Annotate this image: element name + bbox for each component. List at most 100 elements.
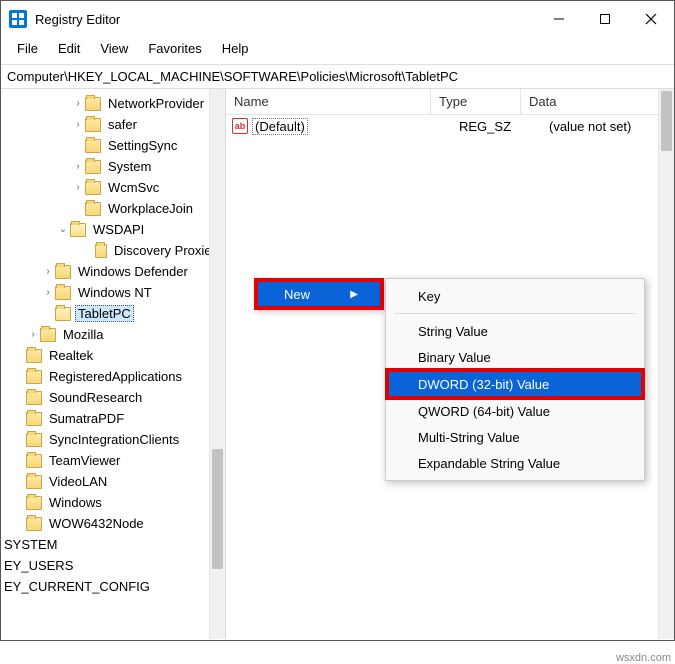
tree-panel: › NetworkProvider ›safer SettingSync › System… (1, 89, 226, 639)
list-row[interactable]: ab (Default) REG_SZ (value not set) (226, 115, 674, 137)
column-name[interactable]: Name (226, 89, 431, 114)
folder-icon (85, 118, 101, 132)
tree-item[interactable]: SyncIntegrationClients (1, 429, 225, 450)
chevron-right-icon[interactable]: › (71, 98, 85, 109)
folder-icon (85, 139, 101, 153)
tree-item[interactable]: ›Mozilla (1, 324, 225, 345)
tree-item[interactable]: SoundResearch (1, 387, 225, 408)
tree-item-label: SettingSync (105, 138, 180, 153)
tree-item[interactable]: Windows (1, 492, 225, 513)
tree-item[interactable]: › Windows Defender (1, 261, 225, 282)
folder-icon (26, 391, 42, 405)
submenu-separator (394, 313, 636, 314)
tree-item[interactable]: SYSTEM (1, 534, 225, 555)
tree-item-label: NetworkProvider (105, 96, 207, 111)
tree-item[interactable]: › NetworkProvider (1, 93, 225, 114)
chevron-down-icon[interactable]: ⌄ (56, 224, 70, 235)
tree-item-label: WSDAPI (90, 222, 147, 237)
tree-item-label: SumatraPDF (46, 411, 127, 426)
maximize-button[interactable] (582, 1, 628, 37)
folder-icon (26, 433, 42, 447)
tree-item[interactable]: TeamViewer (1, 450, 225, 471)
close-button[interactable] (628, 1, 674, 37)
tree-item[interactable]: › System (1, 156, 225, 177)
menu-help[interactable]: Help (214, 39, 257, 58)
tree-item[interactable]: › WcmSvc (1, 177, 225, 198)
chevron-right-icon[interactable]: › (41, 287, 55, 298)
tree-item-label: WcmSvc (105, 180, 162, 195)
chevron-right-icon[interactable]: › (71, 119, 85, 130)
minimize-button[interactable] (536, 1, 582, 37)
tree-item-label: Discovery Proxies (111, 243, 221, 258)
tree-item-label: WorkplaceJoin (105, 201, 196, 216)
tree-item[interactable]: TabletPC (1, 303, 225, 324)
folder-icon (70, 223, 86, 237)
list-scrollbar[interactable] (658, 89, 674, 639)
submenu-item-expandable[interactable]: Expandable String Value (388, 450, 642, 476)
tree-item[interactable]: WorkplaceJoin (1, 198, 225, 219)
tree-item[interactable]: EY_CURRENT_CONFIG (1, 576, 225, 597)
submenu-item-binary[interactable]: Binary Value (388, 344, 642, 370)
submenu-item-qword[interactable]: QWORD (64-bit) Value (388, 398, 642, 424)
folder-icon (95, 244, 107, 258)
submenu-item-dword[interactable]: DWORD (32-bit) Value (388, 371, 642, 397)
tree-item[interactable]: RegisteredApplications (1, 366, 225, 387)
folder-icon (26, 517, 42, 531)
tree-item[interactable]: EY_USERS (1, 555, 225, 576)
window-title: Registry Editor (35, 12, 536, 27)
chevron-right-icon[interactable]: › (41, 266, 55, 277)
column-type[interactable]: Type (431, 89, 521, 114)
tree-item-label: SoundResearch (46, 390, 145, 405)
context-menu-label: New (284, 287, 310, 302)
column-data[interactable]: Data (521, 89, 674, 114)
tree-item[interactable]: ›safer (1, 114, 225, 135)
context-menu-primary: New ▶ (254, 278, 384, 310)
menu-favorites[interactable]: Favorites (140, 39, 209, 58)
tree-item-label: Windows Defender (75, 264, 191, 279)
tree-item[interactable]: ⌄ WSDAPI (1, 219, 225, 240)
app-icon (9, 10, 27, 28)
menu-edit[interactable]: Edit (50, 39, 88, 58)
tree-item[interactable]: Realtek (1, 345, 225, 366)
menu-file[interactable]: File (9, 39, 46, 58)
tree-item[interactable]: SumatraPDF (1, 408, 225, 429)
folder-icon (55, 307, 71, 321)
submenu-item-key[interactable]: Key (388, 283, 642, 309)
tree-item[interactable]: VideoLAN (1, 471, 225, 492)
tree-item-label: EY_USERS (1, 558, 76, 573)
tree-item-label: EY_CURRENT_CONFIG (1, 579, 153, 594)
tree-item[interactable]: WOW6432Node (1, 513, 225, 534)
context-submenu-new: Key String Value Binary Value DWORD (32-… (385, 278, 645, 481)
chevron-right-icon[interactable]: › (71, 161, 85, 172)
menu-view[interactable]: View (92, 39, 136, 58)
watermark: wsxdn.com (616, 652, 671, 664)
tree-item-label: SYSTEM (1, 537, 60, 552)
address-bar[interactable]: Computer\HKEY_LOCAL_MACHINE\SOFTWARE\Pol… (1, 64, 674, 89)
submenu-item-multistring[interactable]: Multi-String Value (388, 424, 642, 450)
folder-icon (85, 181, 101, 195)
folder-icon (55, 265, 71, 279)
string-value-icon: ab (232, 118, 248, 134)
folder-icon (26, 349, 42, 363)
tree-item[interactable]: Discovery Proxies (1, 240, 225, 261)
tree-item-label: TabletPC (75, 305, 134, 322)
menubar: File Edit View Favorites Help (1, 37, 674, 64)
folder-icon (55, 286, 71, 300)
tree-item[interactable]: SettingSync (1, 135, 225, 156)
submenu-item-string[interactable]: String Value (388, 318, 642, 344)
tree-item[interactable]: › Windows NT (1, 282, 225, 303)
titlebar: Registry Editor (1, 1, 674, 37)
registry-editor-window: Registry Editor File Edit View Favorites… (0, 0, 675, 641)
chevron-right-icon[interactable]: › (71, 182, 85, 193)
folder-icon (26, 454, 42, 468)
chevron-right-icon[interactable]: › (26, 329, 40, 340)
tree-item-label: WOW6432Node (46, 516, 147, 531)
tree-scrollbar[interactable] (209, 89, 225, 639)
tree-item-label: System (105, 159, 154, 174)
tree-item-label: VideoLAN (46, 474, 110, 489)
tree-item-label: SyncIntegrationClients (46, 432, 182, 447)
tree-item-label: TeamViewer (46, 453, 123, 468)
tree-item-label: Windows NT (75, 285, 155, 300)
context-menu-item-new[interactable]: New ▶ (258, 282, 380, 306)
folder-icon (26, 412, 42, 426)
